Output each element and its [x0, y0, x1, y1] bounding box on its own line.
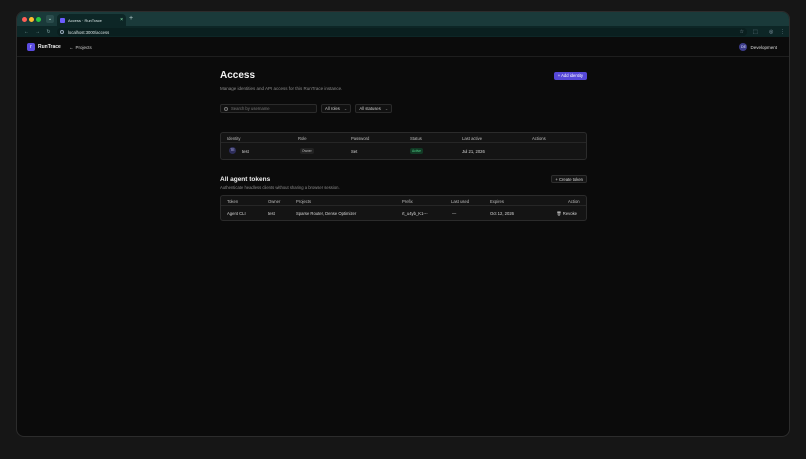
column-header: Action [568, 199, 580, 204]
password-status: Set [351, 149, 358, 154]
table-row[interactable]: TE test Owner Set Active Jul 21, 2026 [221, 143, 586, 159]
close-window-button[interactable] [22, 17, 27, 22]
back-icon[interactable]: ← [21, 29, 32, 35]
identity-name: test [242, 149, 249, 154]
table-header: Token Owner Projects Prefix Last used Ex… [221, 196, 586, 206]
roles-filter[interactable]: All roles ⌄ [321, 104, 352, 113]
tab-search-icon[interactable]: ⌄ [46, 15, 54, 23]
environment-name: Development [750, 44, 777, 50]
column-header: Token [227, 199, 239, 204]
create-token-button[interactable]: + Create token [551, 175, 587, 183]
chevron-down-icon: ⌄ [343, 105, 348, 111]
browser-menu-icon[interactable]: ⋮ [780, 28, 785, 36]
profile-icon[interactable]: ◎ [769, 28, 773, 36]
token-projects: Sparse Router, Dense Optimizer [296, 211, 357, 216]
identities-table: Identity Role Password Status Last activ… [220, 132, 587, 160]
add-identity-button[interactable]: + Add identity [553, 72, 587, 80]
tab-strip: ⌄ Access · RunTrace × + [17, 12, 789, 26]
browser-window: ⌄ Access · RunTrace × + ← → ↻ localhost:… [16, 11, 790, 437]
column-header: Projects [296, 199, 312, 204]
forward-icon[interactable]: → [32, 29, 43, 35]
logo-icon: r [27, 43, 35, 51]
projects-link-label: Projects [75, 45, 92, 50]
token-name: Agent CLI [227, 211, 246, 216]
tokens-section-subtitle: Authenticate headless clients without sh… [220, 185, 340, 190]
tab-close-icon[interactable]: × [120, 17, 123, 23]
new-tab-button[interactable]: + [129, 15, 133, 23]
page-subtitle: Manage identities and API access for thi… [220, 86, 343, 91]
role-badge: Owner [300, 148, 314, 154]
column-header: Last active [462, 136, 483, 141]
table-header: Identity Role Password Status Last activ… [221, 133, 586, 143]
token-prefix: rt_u4yb_K1--- [402, 211, 428, 216]
table-row[interactable]: Agent CLI test Sparse Router, Dense Opti… [221, 206, 586, 220]
tab-title: Access · RunTrace [68, 17, 102, 23]
column-header: Password [351, 136, 370, 141]
brand[interactable]: r RunTrace [27, 43, 61, 51]
statuses-filter-label: All statuses [359, 105, 381, 111]
minimize-window-button[interactable] [29, 17, 34, 22]
last-active: Jul 21, 2026 [462, 149, 485, 154]
projects-link[interactable]: ← Projects [69, 45, 92, 50]
column-header: Role [298, 136, 307, 141]
app-header: r RunTrace ← Projects DE Development [17, 37, 789, 57]
tokens-table: Token Owner Projects Prefix Last used Ex… [220, 195, 587, 221]
avatar: TE [229, 147, 236, 154]
column-header: Last used [451, 199, 470, 204]
filters-bar: All roles ⌄ All statuses ⌄ [220, 104, 393, 113]
bookmark-star-icon[interactable]: ☆ [740, 28, 744, 36]
column-header: Expires [490, 199, 504, 204]
browser-toolbar: ← → ↻ localhost:3000/access ☆ ⬚ ◎ ⋮ [17, 26, 789, 37]
roles-filter-label: All roles [325, 105, 340, 111]
column-header: Identity [227, 136, 241, 141]
column-header: Status [410, 136, 422, 141]
url-text: localhost:3000/access [68, 29, 110, 35]
token-expires: Oct 12, 2026 [490, 211, 514, 216]
avatar: DE [739, 43, 748, 51]
browser-tab[interactable]: Access · RunTrace × [57, 14, 126, 26]
environment-switcher[interactable]: DE Development [739, 43, 777, 51]
reload-icon[interactable]: ↻ [43, 29, 54, 35]
favicon-icon [60, 17, 65, 23]
maximize-window-button[interactable] [36, 17, 41, 22]
chevron-down-icon: ⌄ [384, 105, 389, 111]
token-owner: test [268, 211, 275, 216]
site-info-icon[interactable] [60, 30, 64, 34]
search-box[interactable] [220, 104, 317, 113]
column-header: Prefix [402, 199, 413, 204]
arrow-left-icon: ← [69, 45, 74, 50]
search-icon [224, 106, 228, 111]
token-last-used: — [452, 211, 457, 216]
page-title: Access [220, 70, 256, 81]
extensions-icon[interactable]: ⬚ [753, 28, 758, 36]
status-badge: Active [410, 148, 423, 154]
column-header: Owner [268, 199, 281, 204]
column-header: Actions [532, 136, 546, 141]
access-page: Access Manage identities and API access … [220, 70, 587, 221]
brand-name: RunTrace [38, 44, 61, 50]
search-input[interactable] [231, 106, 316, 111]
statuses-filter[interactable]: All statuses ⌄ [355, 104, 393, 113]
address-bar[interactable]: localhost:3000/access ☆ [57, 28, 747, 36]
tokens-section-title: All agent tokens [220, 176, 271, 183]
revoke-button[interactable]: 🗑 Revoke [556, 211, 577, 217]
